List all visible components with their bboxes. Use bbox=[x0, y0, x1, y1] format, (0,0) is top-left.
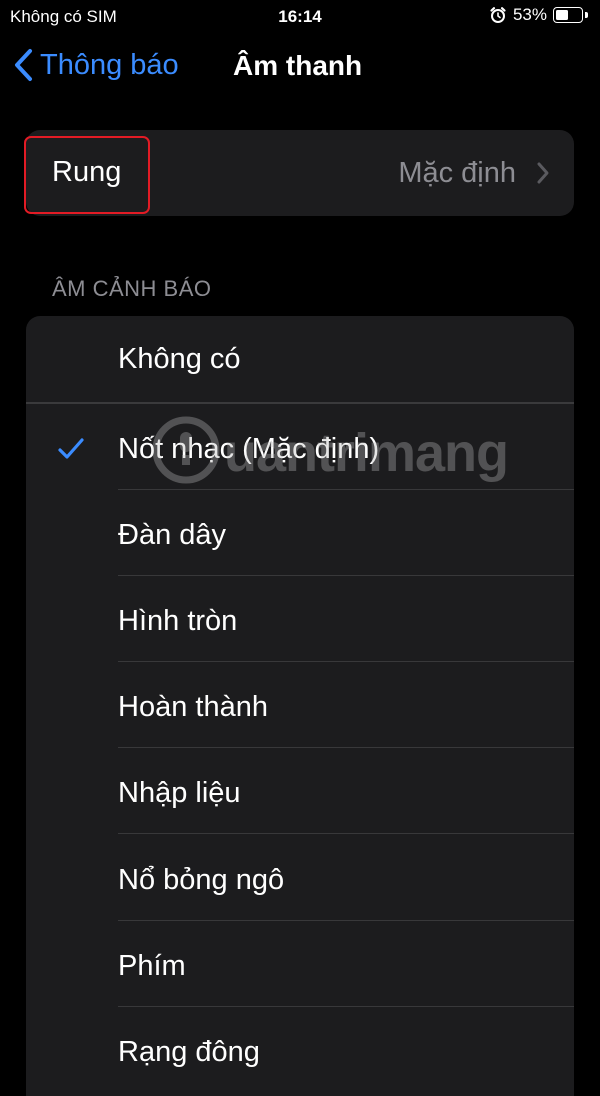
tone-item-2[interactable]: Hình tròn bbox=[26, 576, 574, 662]
chevron-left-icon bbox=[12, 48, 34, 82]
alarm-clock-icon bbox=[489, 6, 507, 24]
battery-fill bbox=[556, 10, 569, 20]
battery-cap bbox=[585, 12, 588, 18]
back-label: Thông báo bbox=[40, 48, 179, 81]
tone-label: Nhập liệu bbox=[118, 777, 241, 809]
vibration-row[interactable]: Rung Mặc định bbox=[24, 130, 574, 216]
navigation-bar: Thông báo Âm thanh bbox=[0, 34, 600, 100]
tone-item-7[interactable]: Rạng đông bbox=[26, 1007, 574, 1093]
tone-label: Không có bbox=[118, 343, 241, 375]
alert-tone-list: Không có Nốt nhạc (Mặc định) Đàn dây Hìn… bbox=[26, 316, 574, 1096]
checkmark-icon bbox=[58, 438, 84, 460]
battery-icon bbox=[553, 7, 583, 23]
tone-label: Hình tròn bbox=[118, 605, 238, 637]
tone-label: Đàn dây bbox=[118, 519, 227, 551]
tone-label: Nốt nhạc (Mặc định) bbox=[118, 433, 380, 465]
back-button[interactable]: Thông báo bbox=[12, 48, 179, 82]
tone-label: Nổ bỏng ngô bbox=[118, 864, 285, 896]
status-right: 53% bbox=[489, 5, 588, 25]
battery-percent: 53% bbox=[512, 5, 547, 24]
tone-label: Hoàn thành bbox=[118, 691, 268, 723]
vibration-value: Mặc định bbox=[398, 157, 516, 189]
tone-item-0[interactable]: Nốt nhạc (Mặc định) bbox=[26, 404, 574, 490]
chevron-right-icon bbox=[536, 161, 550, 185]
tone-item-1[interactable]: Đàn dây bbox=[26, 490, 574, 576]
page-title: Âm thanh bbox=[233, 50, 363, 81]
separator bbox=[118, 833, 574, 834]
tone-item-6[interactable]: Phím bbox=[26, 921, 574, 1007]
tone-item-4[interactable]: Nhập liệu bbox=[26, 748, 574, 834]
section-header-alert-tones: ÂM CẢNH BÁO bbox=[52, 276, 212, 301]
tone-item-5[interactable]: Nổ bỏng ngô bbox=[26, 835, 574, 921]
vibration-label: Rung bbox=[52, 156, 122, 188]
tone-label: Phím bbox=[118, 950, 186, 982]
tone-item-3[interactable]: Hoàn thành bbox=[26, 662, 574, 748]
tone-item-none[interactable]: Không có bbox=[26, 316, 574, 402]
status-bar: Không có SIM 16:14 53% bbox=[0, 0, 600, 34]
tone-label: Rạng đông bbox=[118, 1036, 260, 1068]
